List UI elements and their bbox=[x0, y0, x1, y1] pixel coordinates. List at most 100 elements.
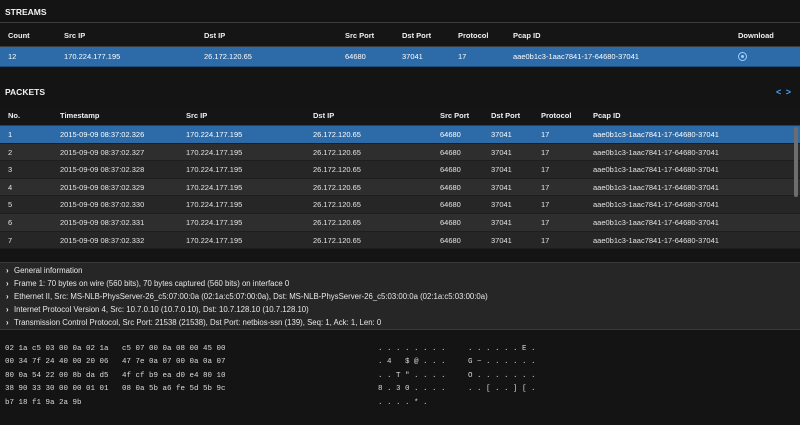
pagination-arrows[interactable]: < > bbox=[776, 87, 792, 97]
col-src-ip[interactable]: Src IP bbox=[64, 31, 85, 40]
packet-src-port: 64680 bbox=[440, 130, 461, 139]
packet-protocol: 17 bbox=[541, 235, 550, 245]
col-dst-port[interactable]: Dst Port bbox=[491, 111, 520, 120]
packets-scrollbar[interactable] bbox=[794, 127, 798, 197]
packet-timestamp: 2015-09-09 08:37:02.326 bbox=[60, 130, 145, 139]
packet-pcap-id: aae0b1c3-1aac7841-17-64680-37041 bbox=[593, 182, 719, 192]
col-protocol[interactable]: Protocol bbox=[458, 31, 488, 40]
packet-dst-port: 37041 bbox=[491, 182, 512, 192]
packet-row[interactable]: 4 2015-09-09 08:37:02.329 170.224.177.195 2… bbox=[0, 178, 800, 197]
col-pcap-id[interactable]: Pcap ID bbox=[593, 111, 621, 120]
packet-dst-ip: 26.172.120.65 bbox=[313, 147, 361, 157]
packet-protocol: 17 bbox=[541, 200, 550, 210]
packet-timestamp: 2015-09-09 08:37:02.332 bbox=[60, 235, 145, 245]
hex-line: 38 90 33 30 00 00 01 01 08 0a 5b a6 fe 5… bbox=[5, 385, 226, 394]
packet-pcap-id: aae0b1c3-1aac7841-17-64680-37041 bbox=[593, 130, 719, 139]
packet-no: 3 bbox=[8, 165, 13, 175]
packet-protocol: 17 bbox=[541, 147, 550, 157]
packet-src-ip: 170.224.177.195 bbox=[186, 130, 243, 139]
packet-no: 5 bbox=[8, 200, 13, 210]
packet-no: 1 bbox=[8, 130, 13, 139]
streams-title: STREAMS bbox=[5, 7, 47, 17]
packet-src-ip: 170.224.177.195 bbox=[186, 200, 243, 210]
chevron-right-icon: › bbox=[6, 305, 9, 314]
packet-dst-port: 37041 bbox=[491, 147, 512, 157]
packet-src-port: 64680 bbox=[440, 165, 461, 175]
packet-row[interactable]: 2 2015-09-09 08:37:02.327 170.224.177.195 2… bbox=[0, 143, 800, 162]
col-download[interactable]: Download bbox=[738, 31, 774, 40]
packet-src-port: 64680 bbox=[440, 217, 461, 227]
packets-title: PACKETS bbox=[5, 87, 45, 97]
ascii-line: . . T " . . . . O . . . . . . . bbox=[378, 371, 536, 380]
packet-src-ip: 170.224.177.195 bbox=[186, 217, 243, 227]
packets-header-row: No. Timestamp Src IP Dst IP Src Port Dst… bbox=[0, 106, 800, 126]
packet-dst-ip: 26.172.120.65 bbox=[313, 217, 361, 227]
col-dst-ip[interactable]: Dst IP bbox=[204, 31, 225, 40]
ascii-line: . . . . * . bbox=[378, 398, 428, 407]
packet-pcap-id: aae0b1c3-1aac7841-17-64680-37041 bbox=[593, 217, 719, 227]
streams-header-row: Count Src IP Dst IP Src Port Dst Port Pr… bbox=[0, 22, 800, 47]
ascii-dump: . . . . . . . . . . . . . . E . . 4 $ @ … bbox=[378, 345, 536, 412]
tree-item-ipv4[interactable]: › Internet Protocol Version 4, Src: 10.7.… bbox=[6, 305, 309, 314]
col-pcap-id[interactable]: Pcap ID bbox=[513, 31, 541, 40]
packet-no: 6 bbox=[8, 217, 13, 227]
packet-row[interactable]: 6 2015-09-09 08:37:02.331 170.224.177.195 2… bbox=[0, 213, 800, 232]
streams-table: Count Src IP Dst IP Src Port Dst Port Pr… bbox=[0, 22, 800, 67]
packet-src-ip: 170.224.177.195 bbox=[186, 147, 243, 157]
stream-row[interactable]: 12 170.224.177.195 26.172.120.65 64680 3… bbox=[0, 47, 800, 67]
stream-pcap-id: aae0b1c3-1aac7841-17-64680-37041 bbox=[513, 52, 639, 61]
packet-pcap-id: aae0b1c3-1aac7841-17-64680-37041 bbox=[593, 200, 719, 210]
chevron-right-icon: › bbox=[6, 279, 9, 288]
packet-src-ip: 170.224.177.195 bbox=[186, 182, 243, 192]
stream-src-port: 64680 bbox=[345, 52, 366, 61]
tree-item-tcp[interactable]: › Transmission Control Protocol, Src Port… bbox=[6, 318, 381, 327]
tree-item-ethernet[interactable]: › Ethernet II, Src: MS-NLB-PhysServer-26_… bbox=[6, 292, 488, 301]
packet-pcap-id: aae0b1c3-1aac7841-17-64680-37041 bbox=[593, 147, 719, 157]
packet-timestamp: 2015-09-09 08:37:02.331 bbox=[60, 217, 145, 227]
packet-dst-port: 37041 bbox=[491, 130, 512, 139]
packet-details-tree: › General information › Frame 1: 70 bytes … bbox=[0, 262, 800, 330]
packet-protocol: 17 bbox=[541, 165, 550, 175]
col-dst-ip[interactable]: Dst IP bbox=[313, 111, 334, 120]
packet-src-port: 64680 bbox=[440, 182, 461, 192]
col-count[interactable]: Count bbox=[8, 31, 30, 40]
hex-line: 00 34 7f 24 40 00 20 06 47 7e 0a 07 00 0… bbox=[5, 358, 226, 367]
packet-no: 7 bbox=[8, 235, 13, 245]
packet-dst-ip: 26.172.120.65 bbox=[313, 165, 361, 175]
col-protocol[interactable]: Protocol bbox=[541, 111, 571, 120]
packet-no: 4 bbox=[8, 182, 13, 192]
packet-src-ip: 170.224.177.195 bbox=[186, 235, 243, 245]
ascii-line: . 4 $ @ . . . G ~ . . . . . . bbox=[378, 358, 536, 367]
packet-row[interactable]: 7 2015-09-09 08:37:02.332 170.224.177.195 2… bbox=[0, 231, 800, 250]
packet-dst-port: 37041 bbox=[491, 200, 512, 210]
packet-timestamp: 2015-09-09 08:37:02.330 bbox=[60, 200, 145, 210]
packet-dst-ip: 26.172.120.65 bbox=[313, 200, 361, 210]
col-dst-port[interactable]: Dst Port bbox=[402, 31, 431, 40]
packet-row[interactable]: 3 2015-09-09 08:37:02.328 170.224.177.195 2… bbox=[0, 161, 800, 179]
packet-src-port: 64680 bbox=[440, 200, 461, 210]
col-src-port[interactable]: Src Port bbox=[440, 111, 469, 120]
tree-item-frame[interactable]: › Frame 1: 70 bytes on wire (560 bits), 7… bbox=[6, 279, 289, 288]
packets-table: No. Timestamp Src IP Dst IP Src Port Dst… bbox=[0, 106, 800, 250]
hex-line: b7 18 f1 9a 2a 9b bbox=[5, 398, 82, 407]
packet-dst-ip: 26.172.120.65 bbox=[313, 130, 361, 139]
packet-dst-port: 37041 bbox=[491, 235, 512, 245]
packet-timestamp: 2015-09-09 08:37:02.329 bbox=[60, 182, 145, 192]
col-src-port[interactable]: Src Port bbox=[345, 31, 374, 40]
col-timestamp[interactable]: Timestamp bbox=[60, 111, 99, 120]
packet-row[interactable]: 5 2015-09-09 08:37:02.330 170.224.177.195 2… bbox=[0, 196, 800, 214]
packet-row[interactable]: 1 2015-09-09 08:37:02.326 170.224.177.195 2… bbox=[0, 126, 800, 144]
packet-no: 2 bbox=[8, 147, 13, 157]
packet-protocol: 17 bbox=[541, 217, 550, 227]
download-icon[interactable] bbox=[738, 52, 747, 61]
col-src-ip[interactable]: Src IP bbox=[186, 111, 207, 120]
packet-dst-port: 37041 bbox=[491, 165, 512, 175]
packet-dst-ip: 26.172.120.65 bbox=[313, 182, 361, 192]
col-no[interactable]: No. bbox=[8, 111, 20, 120]
packet-pcap-id: aae0b1c3-1aac7841-17-64680-37041 bbox=[593, 165, 719, 175]
tree-item-general[interactable]: › General information bbox=[6, 266, 82, 275]
packet-src-port: 64680 bbox=[440, 147, 461, 157]
packet-timestamp: 2015-09-09 08:37:02.327 bbox=[60, 147, 145, 157]
packet-protocol: 17 bbox=[541, 130, 550, 139]
hex-line: 02 1a c5 03 00 0a 02 1a c5 07 00 0a 08 0… bbox=[5, 345, 226, 353]
